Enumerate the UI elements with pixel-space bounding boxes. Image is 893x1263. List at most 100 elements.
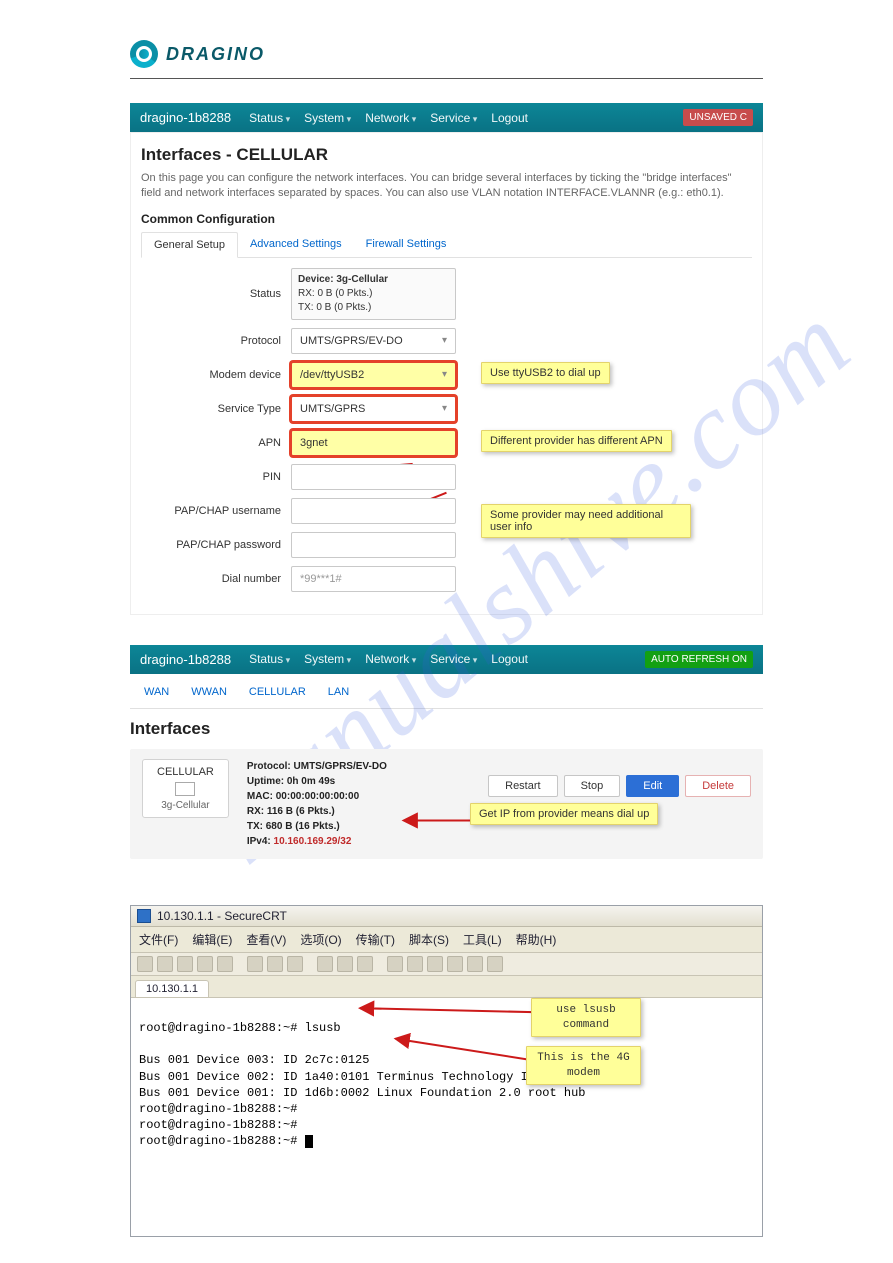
nav-status[interactable]: Status: [249, 652, 290, 666]
svc-label: Service Type: [141, 403, 291, 415]
crt-menu-file[interactable]: 文件(F): [139, 931, 178, 948]
nav-logout[interactable]: Logout: [491, 652, 528, 666]
config-screenshot-2: dragino-1b8288 Status System Network Ser…: [130, 645, 763, 859]
callout-lsusb: use lsusb command: [531, 998, 641, 1038]
callout-modem: Use ttyUSB2 to dial up: [481, 362, 610, 384]
section-title: Common Configuration: [141, 212, 752, 226]
logo-mark-icon: [130, 40, 158, 68]
interface-sub: 3g-Cellular: [161, 800, 209, 811]
interface-icon: [175, 782, 195, 796]
delete-button[interactable]: Delete: [685, 775, 751, 797]
interface-stats: Protocol: UMTS/GPRS/EV-DO Uptime: 0h 0m …: [247, 759, 387, 849]
nav-network[interactable]: Network: [365, 652, 416, 666]
hostname: dragino-1b8288: [140, 652, 231, 667]
tab-advanced[interactable]: Advanced Settings: [238, 232, 354, 257]
crt-menu-view[interactable]: 查看(V): [246, 931, 286, 948]
ipv4-address: 10.160.169.29/32: [274, 836, 352, 847]
page-title: Interfaces - CELLULAR: [141, 145, 752, 165]
toolbar-icon[interactable]: [267, 956, 283, 972]
nav-system[interactable]: System: [304, 111, 351, 125]
subnav: WAN WWAN CELLULAR LAN: [130, 674, 763, 708]
nav-service[interactable]: Service: [430, 111, 477, 125]
dial-input[interactable]: *99***1#: [291, 566, 456, 592]
toolbar-icon[interactable]: [467, 956, 483, 972]
subnav-cellular[interactable]: CELLULAR: [249, 686, 306, 698]
stop-button[interactable]: Stop: [564, 775, 621, 797]
crt-toolbar: [131, 953, 762, 976]
protocol-label: Protocol: [141, 335, 291, 347]
crt-menu-transfer[interactable]: 传输(T): [356, 931, 395, 948]
app-bar-1: dragino-1b8288 Status System Network Ser…: [130, 103, 763, 132]
user-input[interactable]: [291, 498, 456, 524]
pin-label: PIN: [141, 471, 291, 483]
user-label: PAP/CHAP username: [141, 505, 291, 517]
apn-input[interactable]: 3gnet: [291, 430, 456, 456]
tab-firewall[interactable]: Firewall Settings: [354, 232, 459, 257]
toolbar-icon[interactable]: [197, 956, 213, 972]
pass-input[interactable]: [291, 532, 456, 558]
toolbar-icon[interactable]: [247, 956, 263, 972]
status-box: Device: 3g-Cellular RX: 0 B (0 Pkts.) TX…: [291, 268, 456, 320]
crt-menu-tools[interactable]: 工具(L): [463, 931, 502, 948]
securecrt-window: 10.130.1.1 - SecureCRT 文件(F) 编辑(E) 查看(V)…: [130, 905, 763, 1238]
toolbar-icon[interactable]: [177, 956, 193, 972]
toolbar-icon[interactable]: [157, 956, 173, 972]
restart-button[interactable]: Restart: [488, 775, 557, 797]
crt-app-icon: [137, 909, 151, 923]
auto-refresh-badge[interactable]: AUTO REFRESH ON: [645, 651, 753, 668]
page-hint: On this page you can configure the netwo…: [141, 171, 752, 202]
edit-button[interactable]: Edit: [626, 775, 679, 797]
callout-ip: Get IP from provider means dial up: [470, 803, 658, 825]
nav-logout[interactable]: Logout: [491, 111, 528, 125]
interface-buttons: Restart Stop Edit Delete: [488, 775, 751, 797]
nav-network[interactable]: Network: [365, 111, 416, 125]
subnav-wan[interactable]: WAN: [144, 686, 169, 698]
protocol-select[interactable]: UMTS/GPRS/EV-DO: [291, 328, 456, 354]
interfaces-title: Interfaces: [130, 719, 763, 739]
nav-menu: Status System Network Service Logout: [249, 111, 528, 125]
crt-menu-edit[interactable]: 编辑(E): [192, 931, 232, 948]
logo-text: DRAGINO: [166, 44, 265, 65]
hostname: dragino-1b8288: [140, 110, 231, 125]
subnav-wwan[interactable]: WWAN: [191, 686, 227, 698]
crt-menu-script[interactable]: 脚本(S): [409, 931, 449, 948]
toolbar-icon[interactable]: [487, 956, 503, 972]
callout-apn: Different provider has different APN: [481, 430, 672, 452]
nav-status[interactable]: Status: [249, 111, 290, 125]
nav-system[interactable]: System: [304, 652, 351, 666]
unsaved-badge: UNSAVED C: [683, 109, 753, 126]
nav-service[interactable]: Service: [430, 652, 477, 666]
app-bar-2: dragino-1b8288 Status System Network Ser…: [130, 645, 763, 674]
config-screenshot-1: dragino-1b8288 Status System Network Ser…: [130, 103, 763, 615]
svc-select[interactable]: UMTS/GPRS: [291, 396, 456, 422]
toolbar-icon[interactable]: [317, 956, 333, 972]
interface-card: CELLULAR 3g-Cellular: [142, 759, 229, 818]
tab-general[interactable]: General Setup: [141, 232, 238, 258]
modem-select[interactable]: /dev/ttyUSB2: [291, 362, 456, 388]
toolbar-icon[interactable]: [287, 956, 303, 972]
toolbar-icon[interactable]: [217, 956, 233, 972]
cursor-icon: [305, 1135, 313, 1148]
crt-menu-options[interactable]: 选项(O): [300, 931, 341, 948]
tabs: General Setup Advanced Settings Firewall…: [141, 232, 752, 258]
toolbar-icon[interactable]: [137, 956, 153, 972]
toolbar-icon[interactable]: [357, 956, 373, 972]
crt-titlebar: 10.130.1.1 - SecureCRT: [131, 906, 762, 927]
toolbar-icon[interactable]: [337, 956, 353, 972]
interface-name: CELLULAR: [157, 766, 214, 778]
toolbar-icon[interactable]: [407, 956, 423, 972]
crt-tab[interactable]: 10.130.1.1: [135, 980, 209, 997]
callout-modem: This is the 4G modem: [526, 1046, 641, 1086]
terminal[interactable]: root@dragino-1b8288:~# lsusb Bus 001 Dev…: [131, 997, 762, 1237]
status-label: Status: [141, 288, 291, 300]
crt-menu-help[interactable]: 帮助(H): [516, 931, 557, 948]
interface-row: CELLULAR 3g-Cellular Protocol: UMTS/GPRS…: [130, 749, 763, 859]
pin-input[interactable]: [291, 464, 456, 490]
dial-label: Dial number: [141, 573, 291, 585]
crt-menubar: 文件(F) 编辑(E) 查看(V) 选项(O) 传输(T) 脚本(S) 工具(L…: [131, 927, 762, 953]
toolbar-icon[interactable]: [427, 956, 443, 972]
toolbar-icon[interactable]: [447, 956, 463, 972]
apn-label: APN: [141, 437, 291, 449]
toolbar-icon[interactable]: [387, 956, 403, 972]
subnav-lan[interactable]: LAN: [328, 686, 349, 698]
